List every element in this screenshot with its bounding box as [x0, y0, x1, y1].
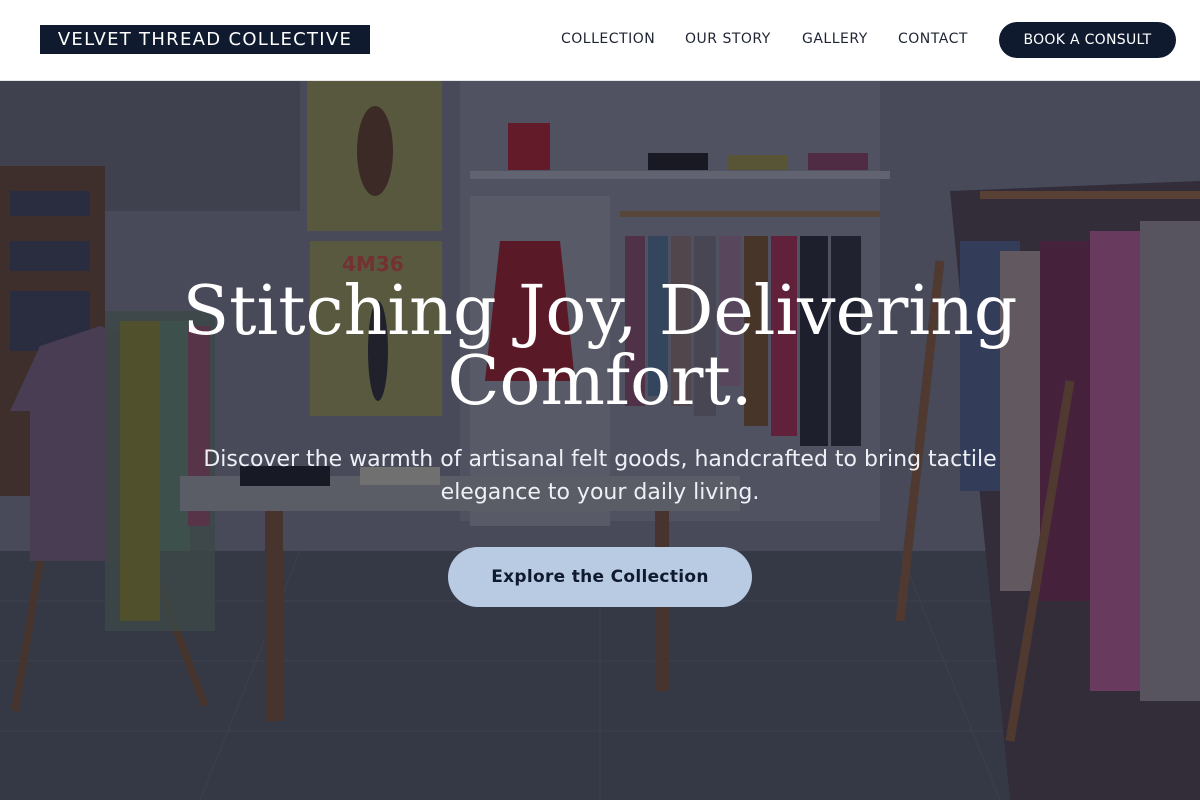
explore-collection-button[interactable]: Explore the Collection: [448, 547, 752, 607]
top-navigation-bar: VELVET THREAD COLLECTIVE COLLECTION OUR …: [0, 0, 1200, 81]
book-consult-button[interactable]: BOOK A CONSULT: [999, 22, 1176, 58]
hero-section: 4M36 Stitching Joy, Delivering Comfort. …: [0, 81, 1200, 800]
nav-link-collection[interactable]: COLLECTION: [561, 31, 655, 47]
nav-link-our-story[interactable]: OUR STORY: [685, 31, 771, 47]
hero-dark-overlay: [0, 81, 1200, 800]
hero-subtitle: Discover the warmth of artisanal felt go…: [203, 447, 997, 505]
brand-logo[interactable]: VELVET THREAD COLLECTIVE: [40, 25, 370, 54]
nav-link-contact[interactable]: CONTACT: [898, 31, 968, 47]
nav-link-gallery[interactable]: GALLERY: [802, 31, 868, 47]
hero-headline: Stitching Joy, Delivering Comfort.: [182, 272, 1018, 421]
